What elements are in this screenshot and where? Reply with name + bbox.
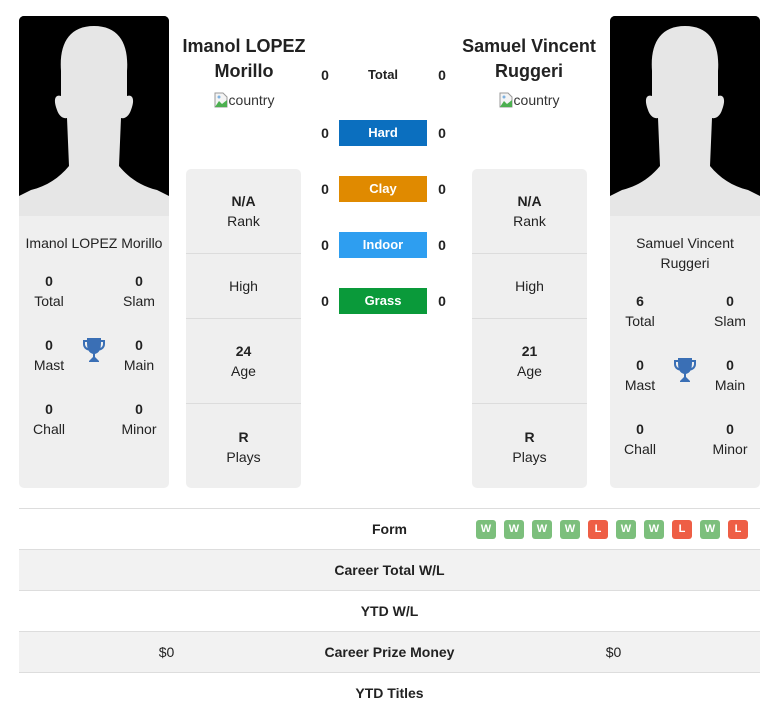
player2-profile-card: Samuel Vincent Ruggeri 6 Total 0 Slam 0 Mas… [610, 16, 760, 488]
player2-rank: N/A Rank [472, 169, 587, 254]
p2-indoor-wins: 0 [438, 237, 446, 253]
surface-grass-badge: Grass [339, 288, 427, 314]
trophy-icon [674, 358, 696, 382]
p1-clay-wins: 0 [321, 181, 329, 197]
player2-age: 21 Age [472, 319, 587, 404]
form-result-badge: W [560, 520, 580, 539]
player1-age: 24 Age [186, 319, 301, 404]
h2h-indoor-row: 0 Indoor 0 [310, 232, 460, 258]
player2-photo [610, 16, 760, 216]
prize-money-row: $0 Career Prize Money $0 [19, 632, 760, 673]
form-result-badge: W [532, 520, 552, 539]
player1-rank: N/A Rank [186, 169, 301, 254]
h2h-hard-row: 0 Hard 0 [310, 120, 460, 146]
surface-indoor-badge: Indoor [339, 232, 427, 258]
player2-slam-titles: 0 Slam [714, 293, 746, 329]
career-wl-row: Career Total W/L [19, 550, 760, 591]
p2-clay-wins: 0 [438, 181, 446, 197]
player1-header: Imanol LOPEZ Morillo country [174, 34, 314, 113]
comparison-table: Form W W W W L W W L W L Career Total W/… [19, 508, 760, 714]
player2-form: W W W W L W W L W L [476, 520, 748, 539]
player1-profile-card: Imanol LOPEZ Morillo 0 Total 0 Slam 0 Mast … [19, 16, 169, 488]
player1-card-name: Imanol LOPEZ Morillo [25, 235, 163, 251]
ytd-titles-row: YTD Titles [19, 673, 760, 714]
country-alt-text: country [513, 92, 560, 108]
form-result-badge: W [644, 520, 664, 539]
player2-titles: 6 Total 0 Slam 0 Mast 0 Main 0 Chall 0 Minor [610, 291, 760, 483]
player2-main-titles: 0 Main [714, 357, 746, 393]
p1-total-wins: 0 [321, 67, 329, 83]
p1-indoor-wins: 0 [321, 237, 329, 253]
player2-header: Samuel Vincent Ruggeri country [459, 34, 599, 113]
player2-info-card: N/A Rank High 21 Age R Plays [472, 169, 587, 488]
player1-main-titles: 0 Main [123, 337, 155, 373]
player2-total-titles: 6 Total [625, 293, 655, 329]
form-result-badge: L [728, 520, 748, 539]
player1-plays: R Plays [226, 428, 261, 465]
player1-chall-titles: 0 Chall [33, 401, 65, 437]
player1-mast-titles: 0 Mast [33, 337, 65, 373]
form-row: Form W W W W L W W L W L [19, 509, 760, 550]
player2-card-name: Samuel Vincent Ruggeri [636, 235, 734, 271]
form-result-badge: W [504, 520, 524, 539]
player2-chall-titles: 0 Chall [624, 421, 656, 457]
player1-photo [19, 16, 169, 216]
form-result-badge: L [672, 520, 692, 539]
p1-grass-wins: 0 [321, 293, 329, 309]
broken-image-icon [499, 92, 513, 108]
ytd-wl-row: YTD W/L [19, 591, 760, 632]
player-silhouette-icon [610, 16, 760, 216]
surface-clay-badge: Clay [339, 176, 427, 202]
player1-high: High [186, 254, 301, 319]
player2-minor-titles: 0 Minor [712, 421, 748, 457]
player1-name-link[interactable]: Imanol LOPEZ Morillo [174, 34, 314, 84]
h2h-clay-row: 0 Clay 0 [310, 176, 460, 202]
player1-country-flag: country [214, 92, 275, 108]
broken-image-icon [214, 92, 228, 108]
surface-hard-badge: Hard [339, 120, 427, 146]
surface-total-label: Total [367, 67, 399, 82]
player1-info-card: N/A Rank High 24 Age R Plays [186, 169, 301, 488]
p1-hard-wins: 0 [321, 125, 329, 141]
country-alt-text: country [228, 92, 275, 108]
h2h-total-row: 0 Total 0 [310, 62, 460, 88]
player2-plays: R Plays [512, 428, 547, 465]
player1-minor-titles: 0 Minor [121, 401, 157, 437]
player2-prize-money: $0 [605, 644, 622, 660]
trophy-icon [83, 338, 105, 362]
ytd-titles-label: YTD Titles [355, 685, 424, 701]
player2-country-flag: country [499, 92, 560, 108]
ytd-wl-label: YTD W/L [360, 603, 419, 619]
h2h-grass-row: 0 Grass 0 [310, 288, 460, 314]
form-result-badge: L [588, 520, 608, 539]
player1-slam-titles: 0 Slam [123, 273, 155, 309]
form-result-badge: W [616, 520, 636, 539]
p2-hard-wins: 0 [438, 125, 446, 141]
player2-name-link[interactable]: Samuel Vincent Ruggeri [459, 34, 599, 84]
form-result-badge: W [700, 520, 720, 539]
player1-titles: 0 Total 0 Slam 0 Mast 0 Main 0 Chall 0 Minor [19, 271, 169, 463]
player2-high: High [472, 254, 587, 319]
player-silhouette-icon [19, 16, 169, 216]
form-result-badge: W [476, 520, 496, 539]
player2-mast-titles: 0 Mast [624, 357, 656, 393]
career-wl-label: Career Total W/L [334, 562, 445, 578]
p2-total-wins: 0 [438, 67, 446, 83]
p2-grass-wins: 0 [438, 293, 446, 309]
player1-total-titles: 0 Total [34, 273, 64, 309]
